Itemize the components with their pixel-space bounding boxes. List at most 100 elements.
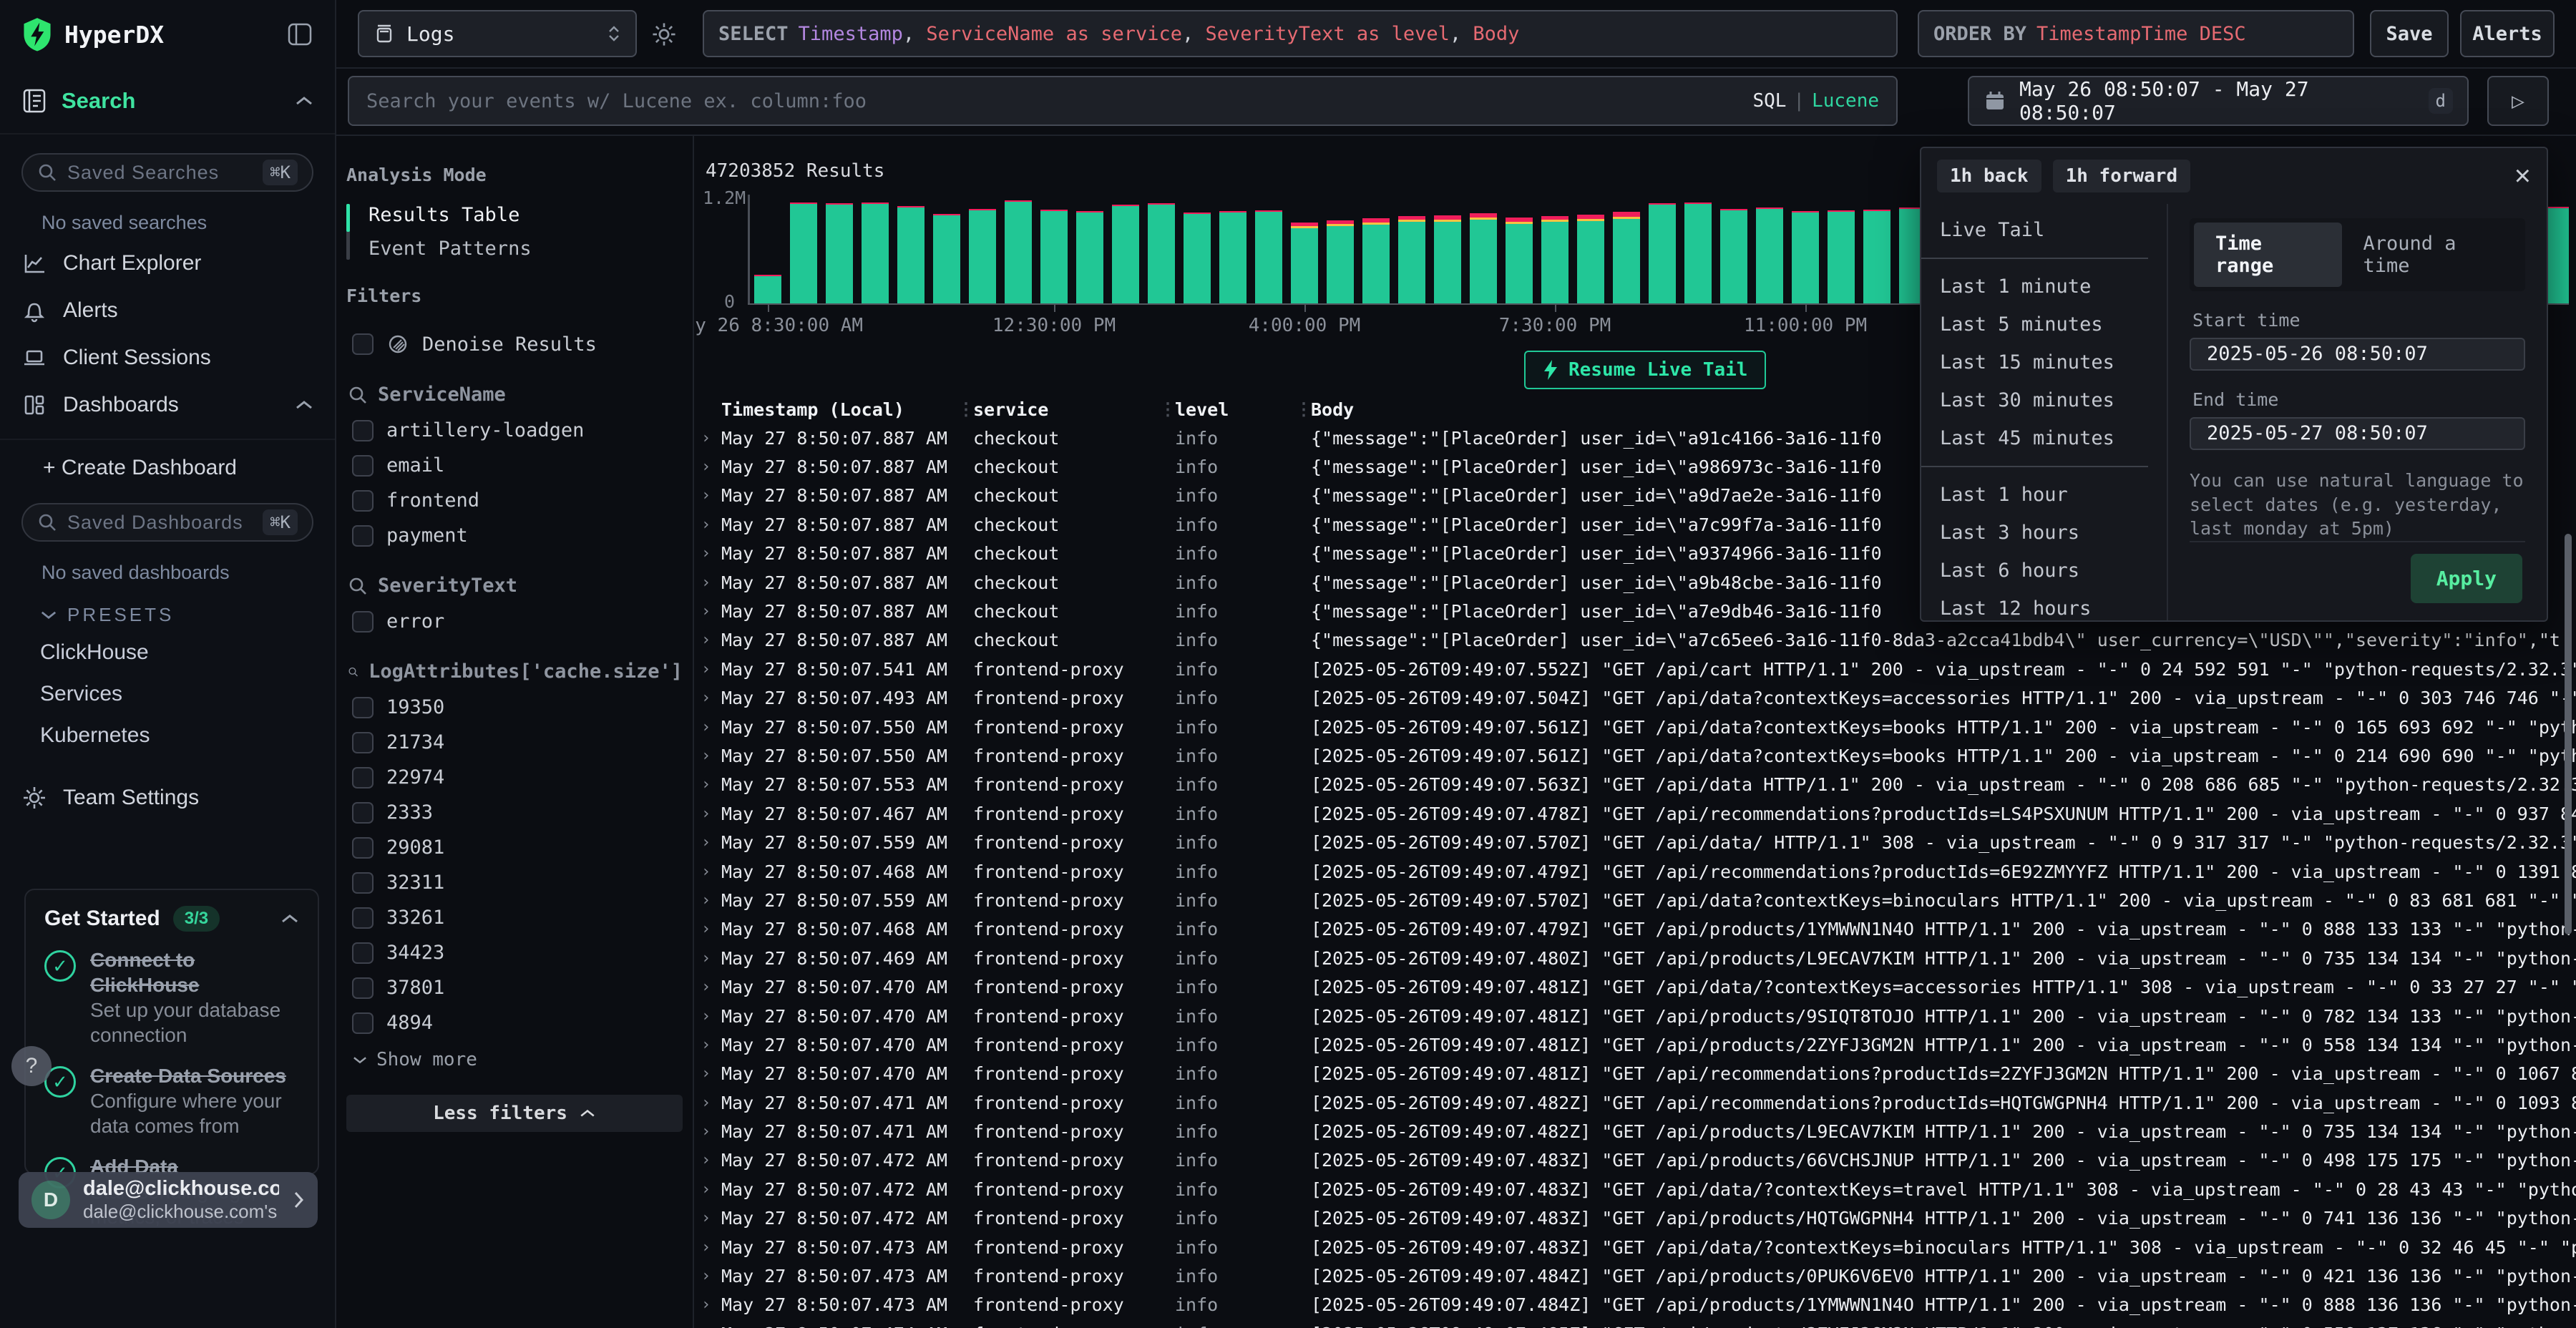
filter-checkbox-row[interactable]: error — [346, 604, 683, 639]
table-row[interactable]: ›May 27 8:50:07.468 AMfrontend-proxyinfo… — [694, 857, 2576, 886]
source-select[interactable]: Logs — [358, 10, 637, 57]
histogram-bar[interactable] — [1792, 195, 1819, 303]
tab-time-range[interactable]: Time range — [2194, 223, 2342, 287]
sidebar-item-dashboards[interactable]: Dashboards — [0, 381, 335, 429]
histogram-bar[interactable] — [1577, 195, 1604, 303]
filter-checkbox-row[interactable]: 2333 — [346, 795, 683, 830]
col-header-timestamp[interactable]: Timestamp (Local) — [721, 399, 957, 420]
select-clause-input[interactable]: SELECT Timestamp, ServiceName as service… — [703, 10, 1898, 57]
orderby-clause-input[interactable]: ORDER BY TimestampTime DESC — [1918, 10, 2354, 57]
sidebar-item-clickhouse[interactable]: ClickHouse — [0, 632, 335, 673]
checkbox[interactable] — [352, 333, 374, 355]
filter-checkbox-row[interactable]: 19350 — [346, 690, 683, 725]
histogram-bar[interactable] — [1219, 195, 1246, 303]
histogram-bar[interactable] — [1756, 195, 1783, 303]
filter-checkbox-row[interactable]: 22974 — [346, 760, 683, 795]
table-row[interactable]: ›May 27 8:50:07.472 AMfrontend-proxyinfo… — [694, 1204, 2576, 1233]
row-expander-icon[interactable]: › — [694, 631, 721, 649]
quick-range-last-6-hours[interactable]: Last 6 hours — [1921, 552, 2167, 590]
table-row[interactable]: ›May 27 8:50:07.550 AMfrontend-proxyinfo… — [694, 713, 2576, 741]
language-toggle-lucene[interactable]: Lucene — [1812, 90, 1879, 112]
row-expander-icon[interactable]: › — [694, 949, 721, 967]
checkbox[interactable] — [352, 525, 374, 547]
close-icon[interactable]: × — [2514, 162, 2531, 190]
table-row[interactable]: ›May 27 8:50:07.473 AMfrontend-proxyinfo… — [694, 1233, 2576, 1261]
start-time-input[interactable]: 2025-05-26 08:50:07 — [2190, 338, 2525, 371]
histogram-bar[interactable] — [1470, 195, 1497, 303]
histogram-bar[interactable] — [1506, 195, 1533, 303]
row-expander-icon[interactable]: › — [694, 978, 721, 996]
row-expander-icon[interactable]: › — [694, 487, 721, 504]
filter-checkbox-row[interactable]: 37801 — [346, 970, 683, 1005]
row-expander-icon[interactable]: › — [694, 574, 721, 592]
histogram-bar[interactable] — [790, 195, 817, 303]
less-filters-button[interactable]: Less filters — [346, 1095, 683, 1132]
col-header-service[interactable]: service — [973, 399, 1159, 420]
get-started-step[interactable]: ✓ Create Data Sources Configure where yo… — [44, 1063, 299, 1138]
histogram-bar[interactable] — [826, 195, 853, 303]
table-row[interactable]: ›May 27 8:50:07.559 AMfrontend-proxyinfo… — [694, 886, 2576, 914]
table-row[interactable]: ›May 27 8:50:07.472 AMfrontend-proxyinfo… — [694, 1146, 2576, 1175]
help-button[interactable]: ? — [11, 1046, 52, 1086]
quick-range-last-45-minutes[interactable]: Last 45 minutes — [1921, 419, 2167, 457]
filter-checkbox-row[interactable]: 21734 — [346, 725, 683, 760]
filter-checkbox-row[interactable]: artillery-loadgen — [346, 413, 683, 448]
histogram-bar[interactable] — [897, 195, 924, 303]
lucene-search-input[interactable]: Search your events w/ Lucene ex. column:… — [348, 76, 1898, 126]
sidebar-collapse-icon[interactable] — [286, 21, 313, 48]
row-expander-icon[interactable]: › — [694, 863, 721, 881]
histogram-bar[interactable] — [1076, 195, 1103, 303]
sidebar-item-kubernetes[interactable]: Kubernetes — [0, 715, 335, 756]
row-expander-icon[interactable]: › — [694, 545, 721, 562]
table-row[interactable]: ›May 27 8:50:07.473 AMfrontend-proxyinfo… — [694, 1291, 2576, 1319]
row-expander-icon[interactable]: › — [694, 1296, 721, 1314]
source-settings-gear-icon[interactable] — [650, 20, 678, 49]
table-row[interactable]: ›May 27 8:50:07.469 AMfrontend-proxyinfo… — [694, 944, 2576, 972]
row-expander-icon[interactable]: › — [694, 747, 721, 765]
table-row[interactable]: ›May 27 8:50:07.470 AMfrontend-proxyinfo… — [694, 1060, 2576, 1088]
resume-live-tail-button[interactable]: Resume Live Tail — [1524, 351, 1766, 389]
quick-range-last-1-hour[interactable]: Last 1 hour — [1921, 476, 2167, 514]
sidebar-item-alerts[interactable]: Alerts — [0, 287, 335, 334]
row-expander-icon[interactable]: › — [694, 429, 721, 447]
table-row[interactable]: ›May 27 8:50:07.472 AMfrontend-proxyinfo… — [694, 1175, 2576, 1204]
row-expander-icon[interactable]: › — [694, 1065, 721, 1083]
histogram-bar[interactable] — [1005, 195, 1032, 303]
checkbox[interactable] — [352, 802, 374, 824]
histogram-bar[interactable] — [1541, 195, 1568, 303]
quick-range-live-tail[interactable]: Live Tail — [1921, 211, 2167, 249]
histogram-bar[interactable] — [1040, 195, 1068, 303]
get-started-step[interactable]: ✓ Connect to ClickHouse Set up your data… — [44, 947, 299, 1048]
sidebar-item-search[interactable]: Search — [0, 69, 335, 135]
quick-range-last-30-minutes[interactable]: Last 30 minutes — [1921, 381, 2167, 419]
save-button[interactable]: Save — [2370, 10, 2449, 57]
filter-checkbox-row[interactable]: 33261 — [346, 900, 683, 935]
row-expander-icon[interactable]: › — [694, 1151, 721, 1169]
table-row[interactable]: ›May 27 8:50:07.541 AMfrontend-proxyinfo… — [694, 655, 2576, 683]
create-dashboard-button[interactable]: + Create Dashboard — [0, 440, 335, 484]
checkbox[interactable] — [352, 907, 374, 929]
presets-section-toggle[interactable]: PRESETS — [0, 590, 335, 632]
column-drag-handle[interactable]: ⋮ — [957, 399, 973, 419]
row-expander-icon[interactable]: › — [694, 689, 721, 707]
sidebar-item-chart-explorer[interactable]: Chart Explorer — [0, 240, 335, 287]
histogram-bar[interactable] — [862, 195, 889, 303]
row-expander-icon[interactable]: › — [694, 458, 721, 476]
checkbox[interactable] — [352, 872, 374, 894]
filter-checkbox-row[interactable]: 32311 — [346, 865, 683, 900]
histogram-bar[interactable] — [1613, 195, 1640, 303]
checkbox[interactable] — [352, 490, 374, 512]
row-expander-icon[interactable]: › — [694, 1036, 721, 1054]
histogram-bar[interactable] — [933, 195, 960, 303]
checkbox[interactable] — [352, 732, 374, 753]
checkbox[interactable] — [352, 977, 374, 999]
histogram-bar[interactable] — [1291, 195, 1318, 303]
checkbox[interactable] — [352, 697, 374, 718]
histogram-bar[interactable] — [1112, 195, 1139, 303]
sidebar-item-client-sessions[interactable]: Client Sessions — [0, 334, 335, 381]
table-row[interactable]: ›May 27 8:50:07.550 AMfrontend-proxyinfo… — [694, 741, 2576, 770]
sidebar-item-services[interactable]: Services — [0, 673, 335, 715]
quick-range-last-12-hours[interactable]: Last 12 hours — [1921, 590, 2167, 620]
row-expander-icon[interactable]: › — [694, 1209, 721, 1227]
filter-checkbox-row[interactable]: payment — [346, 518, 683, 553]
